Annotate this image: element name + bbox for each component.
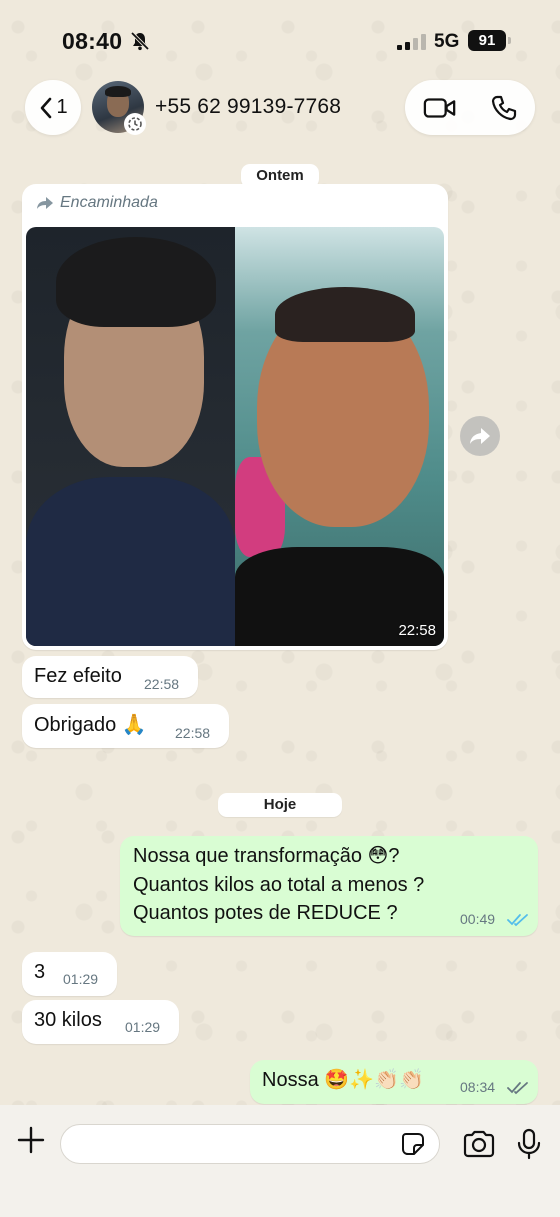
battery-level: 91 bbox=[478, 32, 496, 49]
bell-off-icon bbox=[130, 31, 150, 51]
message-bubble-incoming[interactable]: 3 01:29 bbox=[22, 952, 117, 996]
forwarded-label: Encaminhada bbox=[36, 194, 158, 212]
message-bubble-incoming[interactable]: Fez efeito 22:58 bbox=[22, 656, 198, 698]
message-time: 22:58 bbox=[175, 725, 211, 741]
plus-icon[interactable] bbox=[16, 1125, 46, 1155]
camera-icon[interactable] bbox=[462, 1130, 496, 1158]
back-button[interactable]: 1 bbox=[25, 80, 81, 135]
message-bubble-incoming[interactable]: 30 kilos 01:29 bbox=[22, 1000, 179, 1044]
phone-icon bbox=[491, 95, 517, 121]
network-type: 5G bbox=[434, 31, 460, 52]
chevron-left-icon bbox=[41, 97, 52, 118]
message-time: 22:58 bbox=[398, 622, 436, 639]
disappearing-timer-icon bbox=[124, 113, 146, 135]
unread-count: 1 bbox=[56, 96, 68, 118]
microphone-icon[interactable] bbox=[516, 1128, 542, 1160]
photo-after bbox=[235, 227, 444, 646]
forward-arrow-icon bbox=[37, 197, 53, 209]
message-text: Obrigado 🙏 bbox=[34, 714, 147, 736]
forward-button[interactable] bbox=[460, 416, 500, 456]
message-bubble-incoming[interactable]: Obrigado 🙏 22:58 bbox=[22, 704, 229, 748]
message-time: 22:58 bbox=[144, 676, 180, 692]
battery-icon: 91 bbox=[468, 30, 511, 51]
video-camera-icon bbox=[423, 98, 456, 118]
message-text-line: Quantos kilos ao total a menos ? bbox=[133, 874, 425, 896]
message-input[interactable] bbox=[60, 1124, 440, 1164]
message-bubble-outgoing[interactable]: Nossa que transformação 😳? Quantos kilos… bbox=[120, 836, 538, 936]
contact-name[interactable]: +55 62 99139-7768 bbox=[155, 95, 341, 119]
message-time: 08:34 bbox=[460, 1079, 496, 1095]
delivered-ticks-icon bbox=[507, 1082, 528, 1095]
share-arrow-icon bbox=[470, 428, 490, 444]
call-actions bbox=[405, 80, 535, 135]
read-ticks-icon bbox=[507, 914, 528, 927]
message-text-line: Nossa que transformação 😳? bbox=[133, 845, 400, 867]
sticker-icon[interactable] bbox=[401, 1132, 425, 1156]
forwarded-text: Encaminhada bbox=[60, 194, 158, 211]
message-time: 01:29 bbox=[63, 971, 99, 987]
message-text: Nossa 🤩✨👏🏻👏🏻 bbox=[262, 1069, 424, 1091]
message-text-line: Quantos potes de REDUCE ? bbox=[133, 902, 398, 924]
photo-before bbox=[26, 227, 235, 646]
voice-call-button[interactable] bbox=[487, 93, 521, 123]
message-text: 3 bbox=[34, 961, 46, 983]
message-text: 30 kilos bbox=[34, 1009, 102, 1031]
status-time: 08:40 bbox=[62, 28, 123, 54]
forwarded-photo[interactable]: 22:58 bbox=[26, 227, 444, 646]
message-bubble-outgoing[interactable]: Nossa 🤩✨👏🏻👏🏻 08:34 bbox=[250, 1060, 538, 1104]
message-time: 00:49 bbox=[460, 911, 496, 927]
date-separator: Hoje bbox=[218, 793, 342, 817]
message-text: Fez efeito bbox=[34, 665, 122, 687]
video-call-button[interactable] bbox=[423, 93, 457, 123]
status-bar: 08:40 5G 91 bbox=[0, 0, 560, 80]
message-time: 01:29 bbox=[125, 1019, 161, 1035]
signal-icon bbox=[397, 34, 426, 50]
